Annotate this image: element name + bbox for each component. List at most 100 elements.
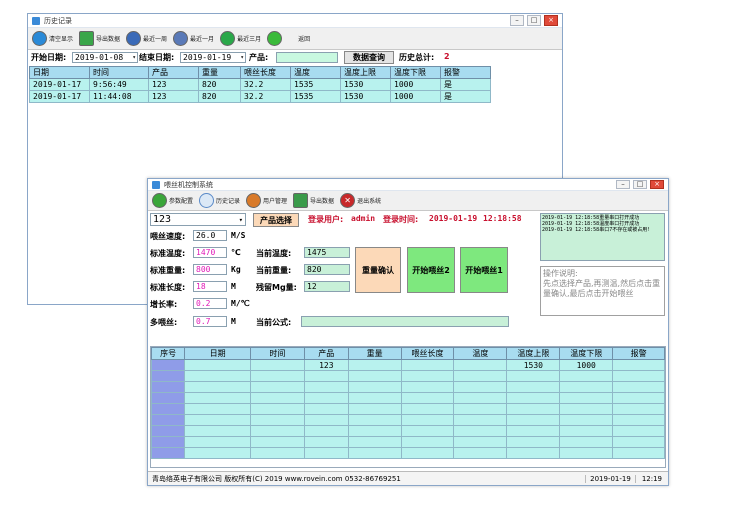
speed-value[interactable]: 26.0: [193, 230, 227, 241]
cell: [184, 392, 251, 404]
last-three-months-button[interactable]: 最近三月: [220, 31, 261, 46]
history-record-button[interactable]: 历史记录: [199, 193, 240, 208]
cell: [249, 414, 305, 426]
records-table-frame: 序号 日期 时间 产品 重量 喂丝长度 温度 温度上限 温度下限 报警 123 1…: [150, 346, 666, 468]
growth-value[interactable]: 0.2: [193, 298, 227, 309]
growth-label: 增长率:: [150, 300, 178, 309]
cell: [249, 403, 305, 415]
minimize-button[interactable]: –: [510, 15, 524, 26]
column-header[interactable]: 温度上限: [340, 66, 391, 79]
cell: [249, 370, 305, 382]
column-header[interactable]: 温度上限: [506, 347, 561, 360]
maximize-button[interactable]: □: [633, 180, 647, 189]
main-window: 喂丝机控制系统 – □ × 参数配置 历史记录 用户管理 导出数据 ✕ 退出系统 …: [147, 178, 669, 486]
start-feed-1-button[interactable]: 开始喂丝1: [460, 247, 508, 293]
table-row[interactable]: [151, 447, 665, 459]
cell: [559, 447, 614, 459]
cell: [453, 392, 508, 404]
cell: [347, 403, 402, 415]
cell: [400, 370, 455, 382]
table-row[interactable]: [151, 381, 665, 393]
minimize-button[interactable]: –: [616, 180, 630, 189]
start-date-picker[interactable]: 2019-01-08 ▾: [72, 52, 138, 63]
cell: [506, 381, 561, 393]
cell: [453, 359, 508, 371]
column-header[interactable]: 重量: [347, 347, 402, 360]
chevron-down-icon: ▾: [240, 54, 244, 61]
table-row[interactable]: 123 1530 1000: [151, 359, 665, 371]
help-text: 先点选择产品,再测温,然后点击重量确认,最后点击开始喂丝: [543, 279, 661, 298]
column-header[interactable]: 喂丝长度: [240, 66, 291, 79]
export-icon: [293, 193, 309, 208]
month-icon: [173, 31, 189, 46]
user-management-button[interactable]: 用户管理: [246, 193, 287, 208]
last-month-button[interactable]: 最近一月: [173, 31, 214, 46]
parameter-config-button[interactable]: 参数配置: [152, 193, 193, 208]
clear-display-button[interactable]: 清空显示: [32, 31, 73, 46]
table-row[interactable]: [151, 425, 665, 437]
export-data-button[interactable]: 导出数据: [79, 31, 120, 46]
column-header[interactable]: 温度: [453, 347, 508, 360]
export-data-button[interactable]: 导出数据: [293, 193, 334, 208]
std-length-value[interactable]: 18: [193, 281, 227, 292]
maximize-button[interactable]: □: [527, 15, 541, 26]
last-week-button[interactable]: 最近一周: [126, 31, 167, 46]
column-header[interactable]: 报警: [440, 66, 491, 79]
start-feed-2-button[interactable]: 开始喂丝2: [407, 247, 455, 293]
weight-label: 标准重量:: [150, 266, 186, 275]
column-header[interactable]: 喂丝长度: [400, 347, 455, 360]
column-header[interactable]: 时间: [89, 66, 149, 79]
cell: 32.2: [240, 78, 291, 91]
main-title: 喂丝机控制系统: [164, 180, 213, 189]
cell: [184, 414, 251, 426]
std-temp-value[interactable]: 1470: [193, 247, 227, 258]
column-header[interactable]: 产品: [303, 347, 349, 360]
product-label: 产品:: [249, 53, 269, 62]
product-select[interactable]: 123 ▾: [150, 213, 246, 226]
current-temp-value: 1475: [304, 247, 350, 258]
cell: [506, 436, 561, 448]
table-row[interactable]: [151, 436, 665, 448]
column-header[interactable]: 温度下限: [559, 347, 614, 360]
data-query-button[interactable]: 数据查询: [344, 51, 394, 64]
cell: [184, 359, 251, 371]
column-header[interactable]: 日期: [29, 66, 90, 79]
cell: [559, 370, 614, 382]
search-icon: [199, 193, 215, 208]
growth-unit: M/℃: [231, 299, 250, 308]
cell: 820: [198, 78, 241, 91]
close-button[interactable]: ×: [650, 180, 664, 189]
table-row[interactable]: [151, 392, 665, 404]
cell: [400, 447, 455, 459]
table-row[interactable]: 2019-01-17 11:44:08 123 820 32.2 1535 15…: [29, 90, 491, 103]
column-header[interactable]: 温度: [290, 66, 341, 79]
multi-feed-value[interactable]: 0.7: [193, 316, 227, 327]
column-header[interactable]: 序号: [151, 347, 186, 360]
confirm-weight-button[interactable]: 重量确认: [355, 247, 401, 293]
end-date-picker[interactable]: 2019-01-19 ▾: [180, 52, 246, 63]
product-input[interactable]: [276, 52, 338, 63]
column-header[interactable]: 重量: [198, 66, 241, 79]
table-row[interactable]: [151, 414, 665, 426]
chevron-down-icon: ▾: [238, 216, 243, 224]
main-titlebar: 喂丝机控制系统 – □ ×: [148, 179, 668, 191]
table-row[interactable]: [151, 370, 665, 382]
cell: [400, 359, 455, 371]
close-button[interactable]: ×: [544, 15, 558, 26]
cell: [612, 425, 665, 437]
table-row[interactable]: [151, 403, 665, 415]
exit-system-button[interactable]: ✕ 退出系统: [340, 193, 381, 208]
product-select-button[interactable]: 产品选择: [253, 213, 299, 227]
cell: [151, 436, 186, 448]
table-row[interactable]: 2019-01-17 9:56:49 123 820 32.2 1535 153…: [29, 78, 491, 91]
column-header[interactable]: 报警: [612, 347, 665, 360]
back-button[interactable]: 返回: [267, 31, 310, 46]
cell: [559, 403, 614, 415]
std-weight-value[interactable]: 800: [193, 264, 227, 275]
column-header[interactable]: 温度下限: [390, 66, 441, 79]
column-header[interactable]: 时间: [249, 347, 305, 360]
column-header[interactable]: 日期: [184, 347, 251, 360]
cell: 1000: [559, 359, 614, 371]
cell: [453, 403, 508, 415]
column-header[interactable]: 产品: [148, 66, 199, 79]
